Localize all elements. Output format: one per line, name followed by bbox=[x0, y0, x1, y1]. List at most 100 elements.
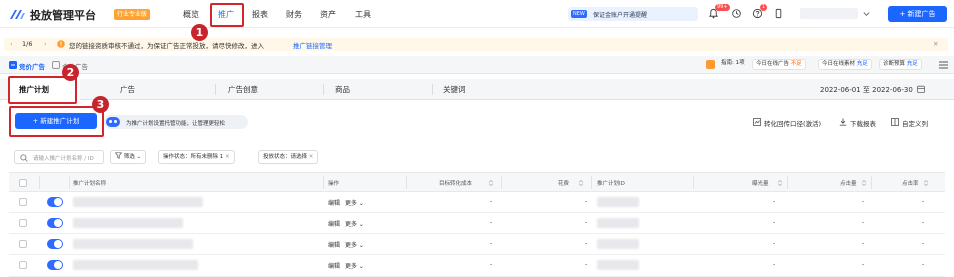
row-edit-link[interactable]: 编辑 bbox=[328, 198, 340, 207]
notice-banner[interactable]: NEW 保证金账户开通提醒 bbox=[568, 7, 698, 21]
hosting-promo-text: 为推广计划设置托管功能，让管理更轻松 bbox=[126, 121, 226, 127]
sort-icon[interactable] bbox=[861, 180, 867, 186]
col-target-cost[interactable]: 目标转化成本 bbox=[439, 179, 472, 187]
redacted-plan-name[interactable] bbox=[73, 218, 183, 228]
row-status-toggle[interactable] bbox=[47, 239, 63, 249]
row-status-toggle[interactable] bbox=[47, 260, 63, 270]
columns-icon bbox=[891, 118, 899, 126]
select-all-checkbox[interactable] bbox=[19, 179, 27, 187]
nav-reports[interactable]: 报表 bbox=[252, 9, 268, 20]
warning-icon bbox=[57, 40, 65, 48]
tab-ads[interactable]: 广告 bbox=[120, 79, 135, 100]
alert-close-icon[interactable]: ✕ bbox=[933, 40, 938, 48]
column-divider bbox=[501, 176, 502, 189]
row-ctr: - bbox=[922, 198, 925, 205]
chevron-down-icon[interactable] bbox=[861, 8, 872, 19]
nav-tools[interactable]: 工具 bbox=[355, 9, 371, 20]
alert-pager: 1/6 bbox=[22, 40, 33, 48]
diagnose-budget-pill[interactable]: 诊断预算 充足 bbox=[879, 59, 922, 70]
table-row: 编辑 更多 ⌄ - - - - - bbox=[9, 234, 945, 255]
online-material-pill[interactable]: 今日在线素材 充足 bbox=[818, 59, 872, 70]
create-ad-button[interactable]: + 新建广告 bbox=[888, 6, 947, 22]
alert-next-icon[interactable]: › bbox=[44, 40, 47, 48]
col-plan-id: 推广计划ID bbox=[597, 181, 625, 187]
col-plan-name[interactable]: 推广计划名称 bbox=[73, 179, 106, 187]
nav-finance[interactable]: 财务 bbox=[286, 9, 302, 20]
filter-label: 筛选 bbox=[123, 154, 135, 160]
row-clicks: - bbox=[862, 240, 865, 247]
nav-assets[interactable]: 资产 bbox=[320, 9, 336, 20]
col-clicks[interactable]: 点击量 bbox=[840, 179, 857, 187]
row-more-menu[interactable]: 更多 ⌄ bbox=[345, 240, 364, 249]
callout-box-new-plan bbox=[9, 106, 104, 137]
row-more-menu[interactable]: 更多 ⌄ bbox=[345, 219, 364, 228]
col-ctr[interactable]: 点击率 bbox=[902, 179, 919, 187]
tab-creatives[interactable]: 广告创意 bbox=[228, 79, 258, 100]
row-checkbox[interactable] bbox=[19, 219, 27, 227]
column-divider bbox=[69, 176, 70, 189]
chevron-down-icon: ⌄ bbox=[136, 154, 142, 160]
column-divider bbox=[871, 176, 872, 189]
redacted-plan-id bbox=[597, 218, 639, 228]
sort-icon[interactable] bbox=[777, 180, 783, 186]
plan-search-input[interactable]: 请输入推广计划名称 / ID bbox=[14, 150, 104, 164]
alert-prev-icon[interactable]: ‹ bbox=[10, 40, 13, 48]
guide-icon bbox=[706, 60, 715, 69]
custom-columns-link[interactable]: 自定义列 bbox=[902, 118, 928, 128]
date-range-picker[interactable]: 2022-06-01 至 2022-06-30 bbox=[820, 85, 925, 95]
column-divider bbox=[323, 176, 324, 189]
nav-overview[interactable]: 概览 bbox=[183, 9, 199, 20]
col-spend[interactable]: 花费 bbox=[558, 179, 569, 187]
refresh-icon[interactable] bbox=[731, 8, 742, 19]
bid-ad-icon bbox=[9, 61, 17, 69]
filter-button[interactable]: 筛选 ⌄ bbox=[110, 150, 147, 164]
row-clicks: - bbox=[862, 261, 865, 268]
redacted-plan-name[interactable] bbox=[73, 197, 203, 207]
conversion-scope-link[interactable]: 转化回传口径(激活) bbox=[764, 118, 821, 128]
tab-keywords[interactable]: 关键词 bbox=[443, 79, 466, 100]
device-icon[interactable] bbox=[773, 8, 784, 19]
row-ctr: - bbox=[922, 261, 925, 268]
column-divider bbox=[591, 176, 592, 189]
close-icon[interactable]: ✕ bbox=[309, 154, 314, 160]
sort-icon[interactable] bbox=[923, 180, 929, 186]
delivery-status-filter[interactable]: 投放状态：请选择 ✕ bbox=[258, 150, 319, 164]
tab-bid-ads[interactable]: 竞价广告 bbox=[19, 61, 45, 71]
row-status-toggle[interactable] bbox=[47, 197, 63, 207]
column-divider bbox=[787, 176, 788, 189]
online-ads-pill[interactable]: 今日在线广告 不足 bbox=[752, 59, 806, 70]
row-impressions: - bbox=[773, 240, 776, 247]
row-edit-link[interactable]: 编辑 bbox=[328, 240, 340, 249]
tab-divider bbox=[323, 84, 324, 95]
row-more-label: 更多 bbox=[345, 242, 358, 249]
sort-icon[interactable] bbox=[578, 180, 584, 186]
row-ctr: - bbox=[922, 219, 925, 226]
alert-link[interactable]: 推广链接管理 bbox=[293, 40, 332, 50]
guide-count[interactable]: 指南: 1项 bbox=[718, 59, 748, 70]
redacted-plan-name[interactable] bbox=[73, 239, 193, 249]
row-checkbox[interactable] bbox=[19, 240, 27, 248]
redacted-plan-name[interactable] bbox=[73, 260, 198, 270]
tab-divider bbox=[432, 84, 433, 95]
row-more-menu[interactable]: 更多 ⌄ bbox=[345, 198, 364, 207]
row-more-menu[interactable]: 更多 ⌄ bbox=[345, 261, 364, 270]
close-icon[interactable]: ✕ bbox=[225, 154, 230, 160]
hosting-promo[interactable]: 为推广计划设置托管功能，让管理更轻松 bbox=[104, 115, 248, 129]
row-checkbox[interactable] bbox=[19, 261, 27, 269]
row-edit-link[interactable]: 编辑 bbox=[328, 261, 340, 270]
sort-icon[interactable] bbox=[488, 180, 494, 186]
bid-type-tabs: 竞价广告 合约广告 指南: 1项 今日在线广告 不足 今日在线素材 充足 诊断预… bbox=[0, 56, 954, 74]
user-account-menu[interactable] bbox=[800, 8, 858, 19]
row-checkbox[interactable] bbox=[19, 198, 27, 206]
op-status-label: 操作状态：所有未删除 1 bbox=[163, 154, 224, 160]
brand-logo-icon bbox=[10, 10, 25, 19]
robot-icon bbox=[106, 117, 120, 127]
row-status-toggle[interactable] bbox=[47, 218, 63, 228]
list-icon[interactable] bbox=[939, 61, 948, 69]
op-status-filter[interactable]: 操作状态：所有未删除 1 ✕ bbox=[158, 150, 235, 164]
download-report-link[interactable]: 下载报表 bbox=[850, 118, 876, 128]
online-material-label: 今日在线素材 bbox=[822, 61, 856, 67]
row-edit-link[interactable]: 编辑 bbox=[328, 219, 340, 228]
tab-products[interactable]: 商品 bbox=[335, 79, 350, 100]
col-impressions[interactable]: 曝光量 bbox=[752, 179, 769, 187]
